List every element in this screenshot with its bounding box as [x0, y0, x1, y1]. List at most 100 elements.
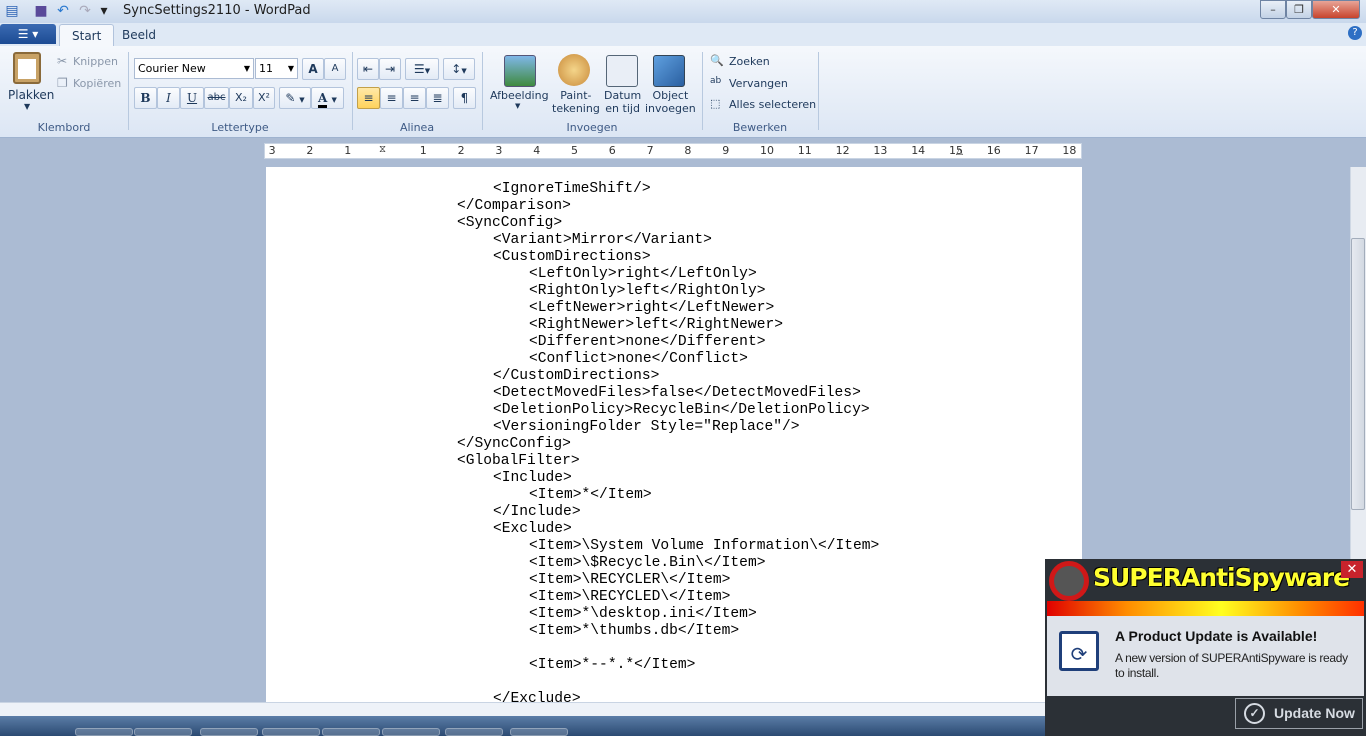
justify-button[interactable]: ≣ — [426, 87, 449, 109]
document-line: <CustomDirections> — [493, 249, 651, 265]
paste-icon[interactable] — [13, 52, 41, 84]
ruler-tick-label: 9 — [722, 144, 730, 157]
update-now-button[interactable]: ✓ Update Now — [1235, 698, 1363, 729]
line-spacing-button[interactable]: ↕▼ — [443, 58, 475, 80]
close-button[interactable]: ✕ — [1312, 0, 1360, 19]
document-line: <SyncConfig> — [457, 215, 563, 231]
select-all-button[interactable]: Alles selecteren — [729, 98, 816, 111]
ruler-tick-label: 1 — [419, 144, 427, 157]
insert-object-button[interactable]: Object invoegen — [645, 89, 696, 115]
document-line: <Item>*</Item> — [529, 487, 652, 503]
minimize-button[interactable]: – — [1260, 0, 1286, 19]
save-icon[interactable]: ■ — [33, 3, 49, 19]
document-line: <Item>*--*.*</Item> — [529, 657, 696, 673]
taskbar-button[interactable] — [134, 728, 192, 736]
font-color-button[interactable]: A ▼ — [311, 87, 344, 109]
taskbar-button[interactable] — [75, 728, 133, 736]
date-time-icon — [606, 55, 638, 87]
align-left-button[interactable]: ≡ — [357, 87, 380, 109]
highlighter-icon: ✎ — [285, 91, 296, 105]
underline-button[interactable]: U — [180, 87, 204, 109]
insert-picture-button[interactable]: Afbeelding — [490, 89, 549, 102]
separator — [702, 52, 703, 130]
bold-button[interactable]: B — [134, 87, 157, 109]
bullets-button[interactable]: ☰▼ — [405, 58, 439, 80]
align-center-button[interactable]: ≡ — [380, 87, 403, 109]
ruler-tick-label: 11 — [797, 144, 812, 157]
taskbar-button[interactable] — [262, 728, 320, 736]
highlight-color-button[interactable]: ✎ ▼ — [279, 87, 311, 109]
popup-header: SUPERAntiSpyware ✕ — [1045, 559, 1366, 601]
grow-font-button[interactable]: A — [302, 58, 324, 80]
popup-close-button[interactable]: ✕ — [1341, 561, 1363, 578]
ruler-tick-label: 2 — [457, 144, 465, 157]
ruler[interactable]: 3 2 1 1 2 3 4 5 6 7 8 9 10 11 12 13 14 15 16 17 18 ⧖ △ — [264, 143, 1082, 159]
ruler-tick-label: 7 — [646, 144, 654, 157]
date-time-button[interactable]: Datum en tijd — [604, 89, 641, 115]
document-line: <Different>none</Different> — [529, 334, 766, 350]
application-menu-button[interactable]: ☰ ▾ — [0, 24, 56, 44]
picture-dropdown-icon[interactable]: ▼ — [515, 102, 520, 110]
replace-button[interactable]: Vervangen — [729, 77, 788, 90]
document-line: <DeletionPolicy>RecycleBin</DeletionPoli… — [493, 402, 870, 418]
checkmark-icon: ✓ — [1244, 703, 1265, 724]
right-indent-marker[interactable]: △ — [956, 147, 963, 157]
italic-button[interactable]: I — [157, 87, 180, 109]
ribbon: Plakken ▼ ✂ Knippen ❐ Kopiëren Klembord … — [0, 46, 1366, 138]
indent-marker[interactable]: ⧖ — [379, 144, 386, 155]
font-size-value: 11 — [259, 62, 273, 75]
taskbar-button[interactable] — [445, 728, 503, 736]
decrease-indent-button[interactable]: ⇤ — [357, 58, 379, 80]
superantispyware-logo-icon — [1049, 561, 1089, 601]
customize-quick-access-icon[interactable]: ▾ — [96, 3, 112, 19]
ruler-tick-label: 2 — [306, 144, 314, 157]
maximize-button[interactable]: ❐ — [1286, 0, 1312, 19]
separator — [352, 52, 353, 130]
copy-button[interactable]: Kopiëren — [73, 77, 121, 90]
taskbar-button[interactable] — [382, 728, 440, 736]
popup-message: A new version of SUPERAntiSpyware is rea… — [1115, 651, 1348, 680]
superscript-button[interactable]: X² — [253, 87, 275, 109]
document-line: <Variant>Mirror</Variant> — [493, 232, 712, 248]
group-label-alinea: Alinea — [399, 121, 435, 134]
font-family-select[interactable]: Courier New ▼ — [134, 58, 254, 79]
font-family-value: Courier New — [138, 62, 206, 75]
document-line: <LeftOnly>right</LeftOnly> — [529, 266, 757, 282]
document-line: <Item>*\desktop.ini</Item> — [529, 606, 757, 622]
cut-button[interactable]: Knippen — [73, 55, 118, 68]
increase-indent-button[interactable]: ⇥ — [379, 58, 401, 80]
title-bar: ▤ ■ ↶ ↷ ▾ SyncSettings2110 - WordPad – ❐… — [0, 0, 1366, 23]
undo-icon[interactable]: ↶ — [55, 3, 71, 19]
paint-drawing-button[interactable]: Paint- tekening — [552, 89, 600, 115]
taskbar-button[interactable] — [322, 728, 380, 736]
insert-object-icon — [653, 55, 685, 87]
document-line: <VersioningFolder Style="Replace"/> — [493, 419, 800, 435]
select-all-icon: ⬚ — [710, 97, 721, 110]
find-button[interactable]: Zoeken — [729, 55, 770, 68]
taskbar-button[interactable] — [200, 728, 258, 736]
strikethrough-button[interactable]: abc — [204, 87, 229, 109]
scrollbar-thumb[interactable] — [1351, 238, 1365, 510]
taskbar-button[interactable] — [510, 728, 568, 736]
document-page[interactable]: <IgnoreTimeShift/> </Comparison> <SyncConf… — [266, 167, 1082, 702]
paste-dropdown-icon[interactable]: ▼ — [24, 102, 30, 111]
document-line: <Conflict>none</Conflict> — [529, 351, 748, 367]
align-right-button[interactable]: ≡ — [403, 87, 426, 109]
help-icon[interactable]: ? — [1348, 26, 1362, 40]
paragraph-button[interactable]: ¶ — [453, 87, 476, 109]
paste-button[interactable]: Plakken — [8, 88, 54, 102]
ruler-tick-label: 12 — [835, 144, 850, 157]
document-line: </SyncConfig> — [457, 436, 571, 452]
subscript-button[interactable]: X₂ — [229, 87, 253, 109]
redo-icon[interactable]: ↷ — [77, 3, 93, 19]
wordpad-app-icon[interactable]: ▤ — [4, 3, 20, 19]
separator — [128, 52, 129, 130]
ruler-tick-label: 13 — [873, 144, 888, 157]
tab-start[interactable]: Start — [59, 24, 115, 46]
shrink-font-button[interactable]: A — [324, 58, 346, 80]
brand-logo: SUPERAntiSpyware — [1093, 563, 1350, 592]
document-line: </Comparison> — [457, 198, 571, 214]
ruler-tick-label: 3 — [495, 144, 503, 157]
font-size-select[interactable]: 11 ▼ — [255, 58, 298, 79]
tab-beeld[interactable]: Beeld — [110, 24, 168, 46]
